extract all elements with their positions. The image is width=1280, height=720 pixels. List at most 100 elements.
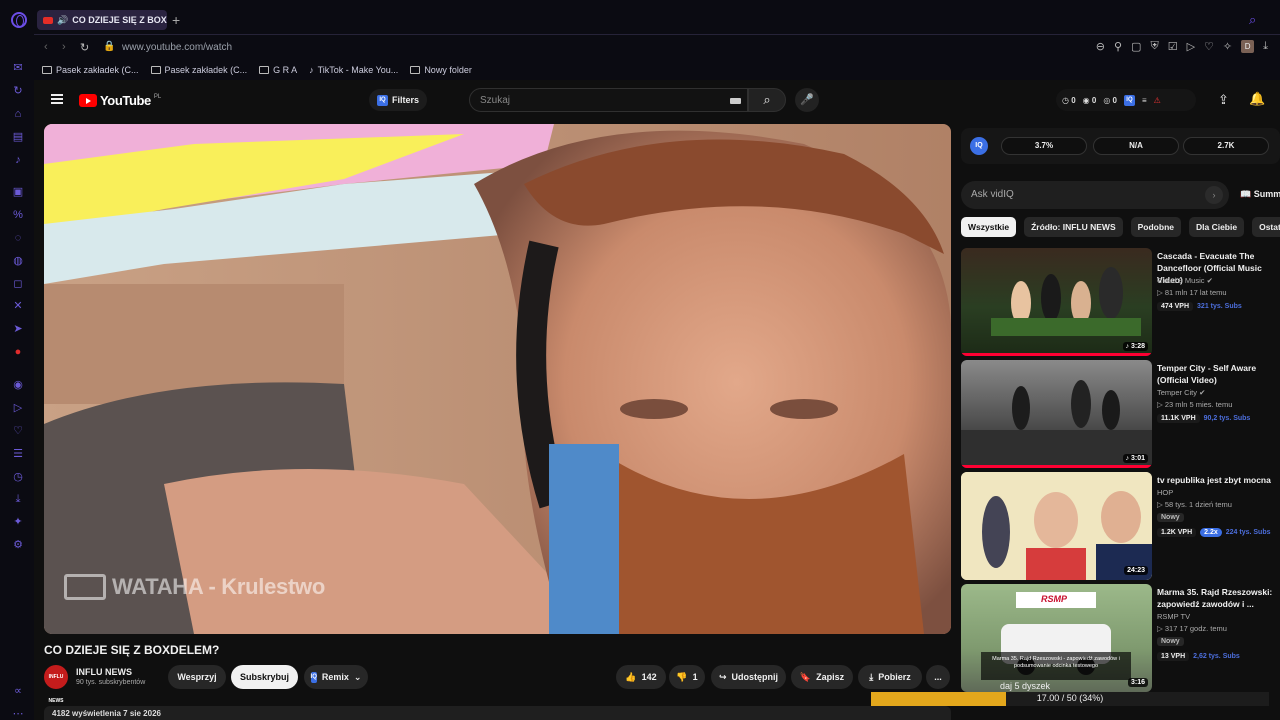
vidiq-stat-pill[interactable]: 2.7K — [1183, 137, 1269, 155]
snapshot-icon[interactable]: ▢ — [1131, 40, 1141, 53]
chip-for-you[interactable]: Dla Ciebie — [1188, 217, 1245, 237]
youtube-logo[interactable]: YouTube PL — [79, 93, 161, 108]
heart-icon[interactable]: ♡ — [1204, 40, 1214, 53]
zoom-icon[interactable]: ⊖ — [1096, 40, 1105, 53]
dislike-button[interactable]: 👎 1 — [669, 665, 705, 689]
rec-channel[interactable]: Cloud 9 Music ✔ — [1157, 276, 1213, 285]
download-icon[interactable]: ⤓ — [1263, 40, 1268, 53]
search-button[interactable]: ⌕ — [748, 88, 786, 112]
notes-icon[interactable]: ▤ — [12, 131, 24, 143]
clock-icon[interactable]: ◷ — [12, 471, 24, 483]
menu-icon[interactable] — [51, 94, 63, 104]
mail-icon[interactable]: ✉ — [12, 62, 24, 74]
opera-logo-icon[interactable] — [11, 12, 27, 28]
new-tab-plus-icon[interactable]: + — [172, 12, 180, 28]
chip-similar[interactable]: Podobne — [1130, 217, 1181, 237]
notifications-icon[interactable]: 🔔 — [1249, 91, 1265, 107]
video-thumbnail[interactable]: RSMP Marma 35. Rajd Rzeszowski - zapowie… — [961, 584, 1152, 692]
vidiq-stats[interactable]: ◷ 0 ◉ 0 ◎ 0 IQ ≡ ⚠ — [1056, 89, 1196, 111]
shield-icon[interactable]: ⛨ — [1150, 40, 1158, 53]
bookmark-item[interactable]: G R A — [259, 65, 297, 75]
instagram-icon[interactable]: ◻ — [12, 278, 24, 290]
vidiq-stat-pill[interactable]: 3.7% — [1001, 137, 1087, 155]
ask-send-icon[interactable]: › — [1205, 186, 1223, 204]
settings-icon[interactable]: ⚙ — [12, 539, 24, 551]
player-icon[interactable]: ▷ — [12, 402, 24, 414]
rec-title[interactable]: Marma 35. Rajd Rzeszowski: zapowiedź zaw… — [1157, 586, 1280, 610]
keyboard-icon[interactable] — [730, 98, 741, 104]
support-button[interactable]: Wesprzyj — [168, 665, 226, 689]
heart-icon[interactable]: ♡ — [12, 425, 24, 437]
description-box[interactable]: 4182 wyświetlenia 7 sie 2026 — [44, 706, 951, 720]
bookmark-item[interactable]: Pasek zakładek (C... — [150, 65, 247, 75]
profile-avatar[interactable]: D — [1241, 40, 1255, 53]
ai-icon[interactable]: ∝ — [12, 685, 24, 697]
x-icon[interactable]: ✕ — [12, 300, 24, 312]
percent-icon[interactable]: % — [12, 209, 24, 221]
vidiq-logo-icon[interactable]: IQ — [970, 137, 988, 155]
twitch-icon[interactable]: ▣ — [12, 186, 24, 198]
music-icon[interactable]: ♪ — [12, 154, 24, 166]
subscribe-button[interactable]: Subskrybuj — [231, 665, 298, 689]
url-field[interactable]: www.youtube.com/watch — [122, 42, 232, 53]
channel-name[interactable]: INFLU NEWS — [76, 667, 132, 677]
bookmark-item[interactable]: Pasek zakładek (C... — [42, 65, 139, 75]
like-button[interactable]: 👍 142 — [616, 665, 666, 689]
more-actions-button[interactable]: ... — [926, 665, 950, 689]
download-button[interactable]: ⤓ Pobierz — [858, 665, 922, 689]
red-app-icon[interactable]: ● — [12, 346, 24, 358]
rec-title[interactable]: tv republika jest zbyt mocna — [1157, 474, 1280, 486]
checkbox-icon[interactable]: ☑ — [1168, 40, 1178, 53]
discord-icon[interactable]: ◍ — [12, 255, 24, 267]
save-button[interactable]: 🔖 Zapisz — [791, 665, 853, 689]
chip-source[interactable]: Źródło: INFLU NEWS — [1024, 217, 1123, 237]
duration-badge: ♪ 3:28 — [1122, 342, 1148, 351]
rec-channel[interactable]: HOP — [1157, 488, 1173, 497]
duration-badge: 24:23 — [1124, 566, 1148, 575]
chip-all[interactable]: Wszystkie — [961, 217, 1017, 237]
rec-channel[interactable]: RSMP TV — [1157, 612, 1190, 621]
recommendation-item[interactable]: ♪ 3:01 Temper City - Self Aware (Officia… — [961, 360, 1280, 468]
back-icon[interactable]: ‹ — [44, 41, 48, 53]
history-icon[interactable]: ↻ — [12, 85, 24, 97]
speaker-icon[interactable]: 🔊 — [57, 15, 68, 26]
channel-avatar[interactable]: INFLU NEWS — [44, 665, 68, 704]
bot-icon[interactable]: ⌂ — [12, 108, 24, 120]
video-thumbnail[interactable]: ♪ 3:28 — [961, 248, 1152, 356]
rec-title[interactable]: Temper City - Self Aware (Official Video… — [1157, 362, 1280, 386]
recommendation-item[interactable]: RSMP Marma 35. Rajd Rzeszowski - zapowie… — [961, 584, 1280, 692]
active-tab[interactable]: 🔊 CO DZIEJE SIĘ Z BOXDE — [37, 10, 167, 30]
video-player[interactable]: WATAHA - Krulestwo — [44, 124, 951, 634]
bookmark-item[interactable]: Nowy folder — [410, 65, 472, 75]
tab-search-icon[interactable]: ⌕ — [1249, 12, 1256, 28]
share-button[interactable]: ↪ Udostępnij — [711, 665, 786, 689]
vidiq-stat-pill[interactable]: N/A — [1093, 137, 1179, 155]
forward-icon[interactable]: › — [62, 41, 66, 53]
play-icon[interactable]: ▷ — [1187, 40, 1195, 53]
summary-button[interactable]: 📖 Summ — [1240, 189, 1280, 200]
video-thumbnail[interactable]: 24:23 — [961, 472, 1152, 580]
mic-icon[interactable]: 🎤 — [795, 88, 819, 112]
remix-button[interactable]: IQ Remix ⌄ — [304, 665, 368, 689]
video-thumbnail[interactable]: ♪ 3:01 — [961, 360, 1152, 468]
chip-recent[interactable]: Ostatnio — [1252, 217, 1280, 237]
telegram-icon[interactable]: ➤ — [12, 323, 24, 335]
more-icon[interactable]: ⋯ — [12, 708, 24, 720]
recommendation-item[interactable]: ♪ 3:28 Cascada - Evacuate The Dancefloor… — [961, 248, 1280, 356]
recommendation-item[interactable]: 24:23 tv republika jest zbyt mocna HOP ▷… — [961, 472, 1280, 580]
ask-vidiq-input[interactable]: Ask vidIQ — [961, 181, 1229, 209]
extensions-icon[interactable]: ✦ — [12, 516, 24, 528]
rec-channel[interactable]: Temper City ✔ — [1157, 388, 1205, 397]
bookmark-item[interactable]: ♪ TikTok - Make You... — [309, 65, 398, 75]
spotify-icon[interactable]: ◉ — [12, 379, 24, 391]
messenger-icon[interactable]: ◌ — [12, 232, 24, 244]
download-icon[interactable]: ⤓ — [12, 493, 24, 505]
upload-icon[interactable]: ⇪ — [1218, 92, 1229, 108]
search-input[interactable] — [480, 93, 680, 107]
list-icon[interactable]: ☰ — [12, 448, 24, 460]
filters-button[interactable]: IQ Filters — [369, 89, 428, 111]
extensions-icon[interactable]: ✧ — [1223, 40, 1232, 53]
pin-icon[interactable]: ⚲ — [1114, 40, 1122, 53]
reload-icon[interactable]: ↻ — [80, 41, 89, 54]
folder-icon — [150, 66, 161, 74]
